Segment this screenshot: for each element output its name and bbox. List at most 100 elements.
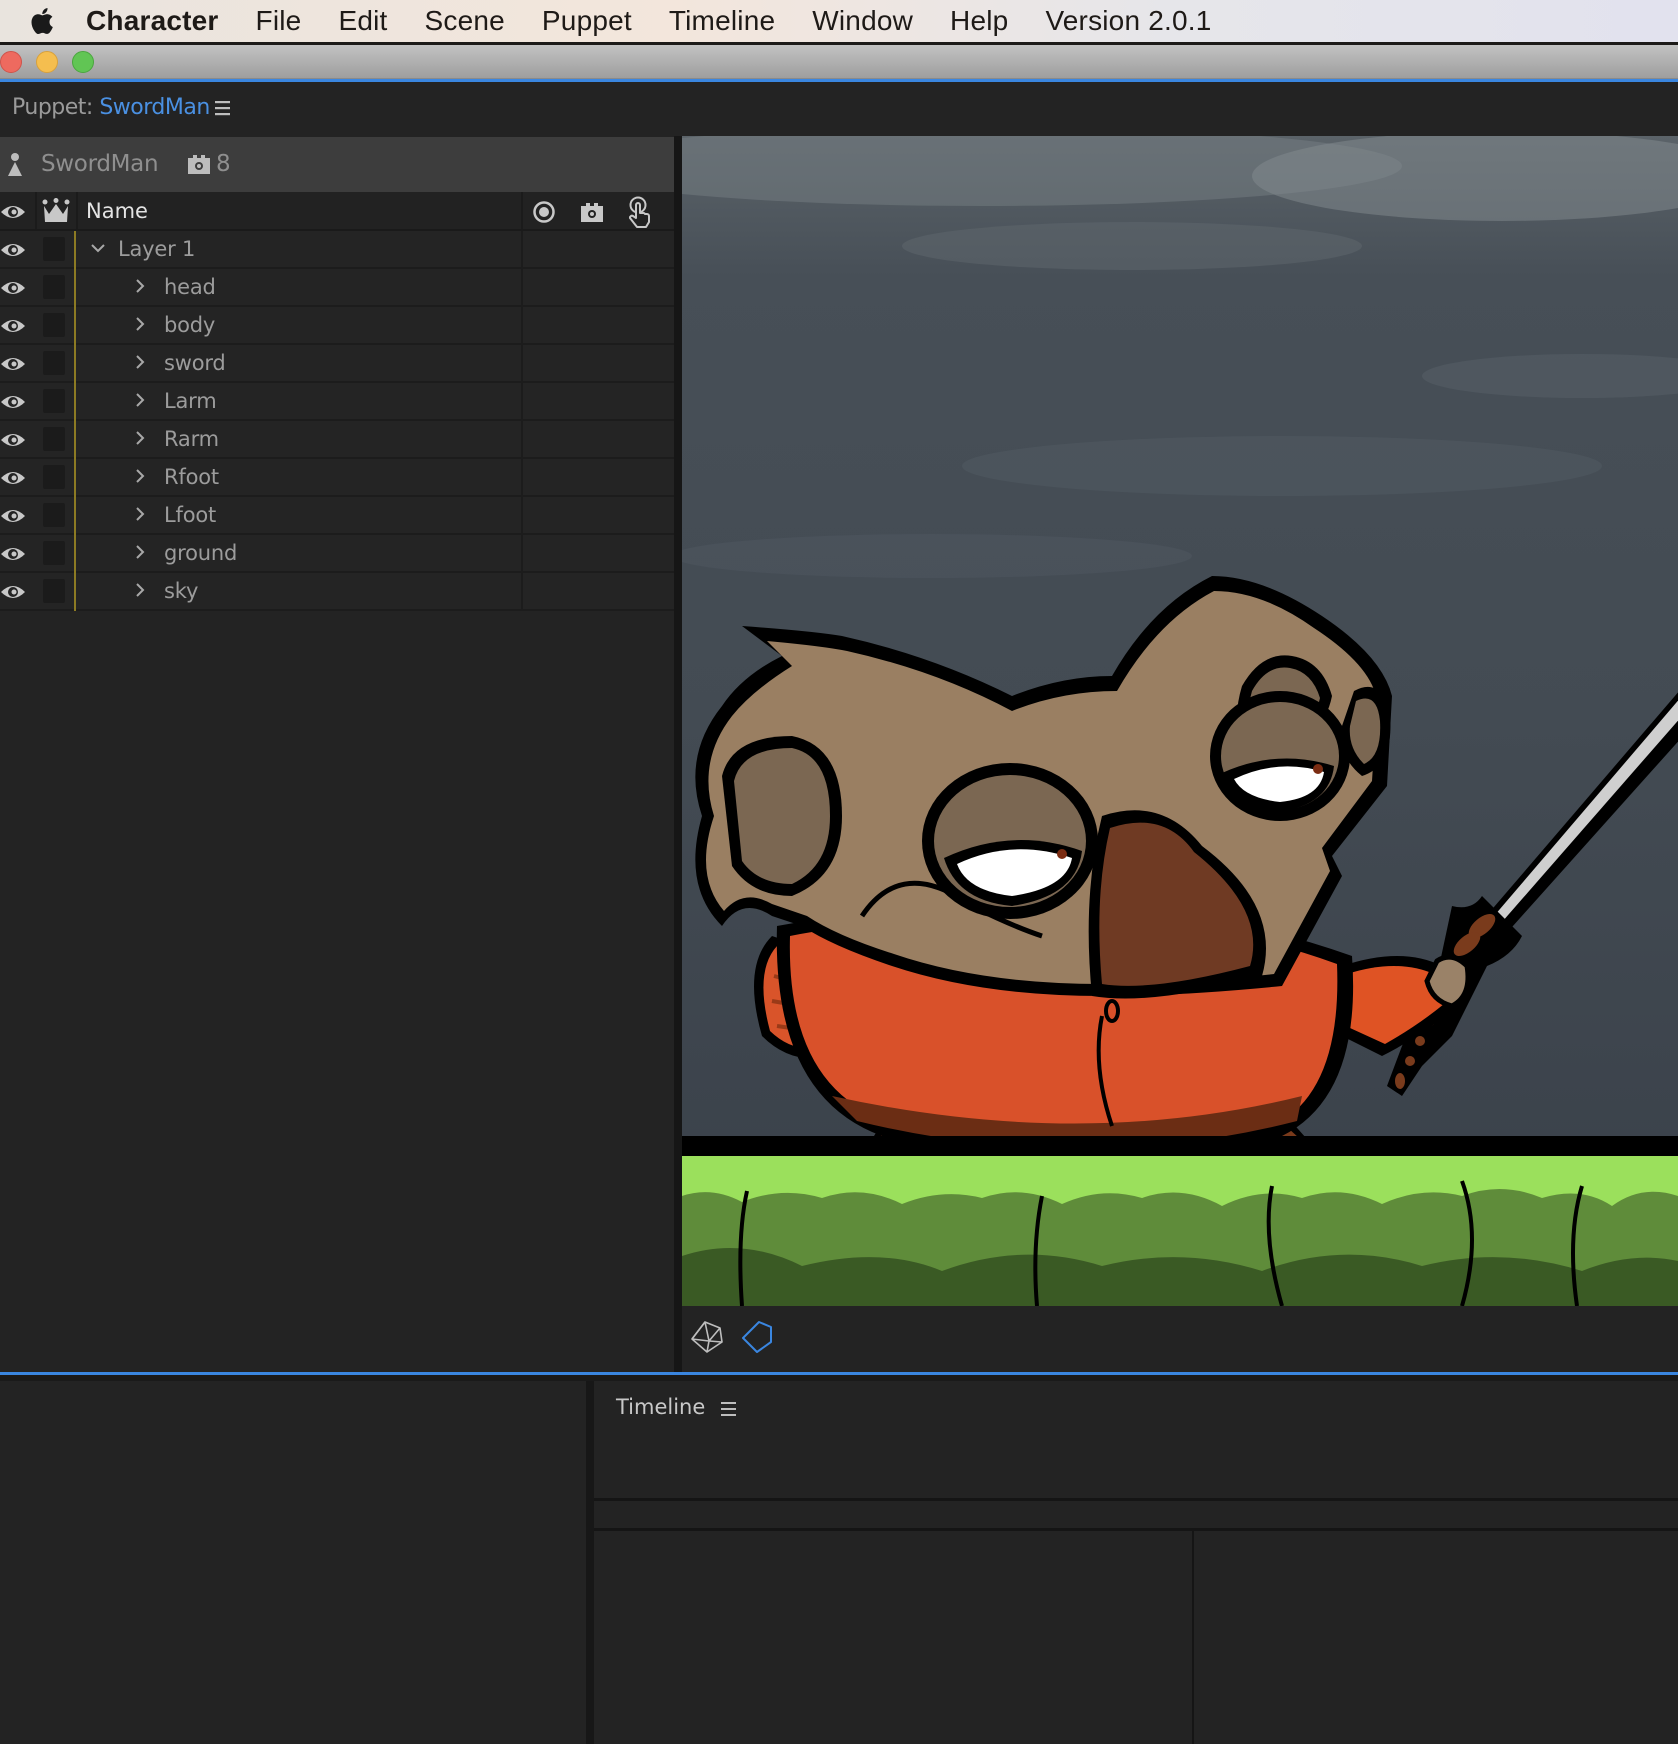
menu-version[interactable]: Version 2.0.1: [1045, 5, 1211, 37]
layer-name[interactable]: head: [164, 275, 216, 299]
chevron-right-icon[interactable]: [131, 467, 149, 485]
puppet-name-label: SwordMan: [41, 151, 159, 177]
eye-icon[interactable]: [0, 202, 26, 227]
layer-name[interactable]: sky: [164, 579, 198, 603]
touch-hand-icon[interactable]: [627, 196, 653, 233]
panel-splitter[interactable]: [674, 136, 682, 1373]
eye-icon[interactable]: [0, 430, 26, 450]
layer-name[interactable]: Larm: [164, 389, 217, 413]
layer-origin-checkbox[interactable]: [43, 503, 65, 527]
timeline-divider: [594, 1498, 1678, 1501]
layer-origin-checkbox[interactable]: [43, 275, 65, 299]
layer-row[interactable]: Rarm: [0, 421, 674, 459]
scene-illustration: [682, 136, 1678, 1306]
scene-canvas[interactable]: [682, 136, 1678, 1306]
eye-icon[interactable]: [0, 240, 26, 260]
menu-help[interactable]: Help: [950, 5, 1008, 37]
layer-name[interactable]: Rfoot: [164, 465, 219, 489]
eye-icon[interactable]: [0, 544, 26, 564]
eye-icon[interactable]: [0, 506, 26, 526]
chevron-right-icon[interactable]: [131, 353, 149, 371]
eye-icon[interactable]: [0, 392, 26, 412]
layer-origin-checkbox[interactable]: [43, 389, 65, 413]
column-divider: [76, 192, 78, 229]
apple-logo-icon[interactable]: [28, 6, 58, 36]
column-divider: [521, 231, 523, 269]
puppet-panel-title: Puppet: SwordMan: [12, 95, 210, 120]
window-minimize-button[interactable]: [36, 51, 58, 73]
layer-name[interactable]: Rarm: [164, 427, 219, 451]
layer-origin-checkbox[interactable]: [43, 351, 65, 375]
layer-hierarchy-line: [74, 421, 76, 459]
chevron-right-icon[interactable]: [131, 277, 149, 295]
puppet-summary-bar[interactable]: SwordMan 8: [0, 137, 674, 192]
eye-icon[interactable]: [0, 468, 26, 488]
handle-gear-icon: [187, 153, 211, 180]
layer-origin-checkbox[interactable]: [43, 579, 65, 603]
layer-row[interactable]: body: [0, 307, 674, 345]
layer-row[interactable]: Layer 1: [0, 231, 674, 269]
window-maximize-button[interactable]: [72, 51, 94, 73]
chevron-right-icon[interactable]: [131, 581, 149, 599]
chevron-right-icon[interactable]: [131, 391, 149, 409]
name-column-header[interactable]: Name: [86, 199, 148, 223]
layer-row[interactable]: Rfoot: [0, 459, 674, 497]
layer-name[interactable]: body: [164, 313, 215, 337]
layer-row[interactable]: head: [0, 269, 674, 307]
scene-toolbar: [682, 1306, 1678, 1372]
column-divider: [521, 383, 523, 421]
crown-icon[interactable]: [42, 198, 70, 229]
chevron-right-icon[interactable]: [131, 429, 149, 447]
column-divider: [521, 307, 523, 345]
eye-icon[interactable]: [0, 278, 26, 298]
column-divider: [521, 269, 523, 307]
layer-name[interactable]: Lfoot: [164, 503, 216, 527]
column-divider: [521, 421, 523, 459]
layer-name[interactable]: ground: [164, 541, 237, 565]
eye-icon[interactable]: [0, 354, 26, 374]
menu-scene[interactable]: Scene: [425, 5, 505, 37]
menu-timeline[interactable]: Timeline: [669, 5, 775, 37]
window-title-bar: [0, 45, 1678, 79]
record-target-icon[interactable]: [532, 200, 556, 229]
panel-splitter[interactable]: [586, 1381, 594, 1744]
menu-puppet[interactable]: Puppet: [542, 5, 632, 37]
hamburger-menu-icon[interactable]: [721, 1401, 737, 1417]
layer-origin-checkbox[interactable]: [43, 541, 65, 565]
chevron-right-icon[interactable]: [131, 315, 149, 333]
ground-layer: [682, 1136, 1678, 1306]
layer-row[interactable]: Larm: [0, 383, 674, 421]
layer-hierarchy-line: [74, 383, 76, 421]
eye-icon[interactable]: [0, 582, 26, 602]
layer-column-header: Name: [0, 192, 674, 231]
mesh-wireframe-icon[interactable]: [690, 1320, 724, 1359]
layer-row[interactable]: ground: [0, 535, 674, 573]
puppet-name-link[interactable]: SwordMan: [99, 95, 210, 120]
layer-name[interactable]: sword: [164, 351, 226, 375]
chevron-down-icon[interactable]: [89, 239, 107, 257]
pentagon-outline-icon[interactable]: [740, 1320, 774, 1359]
menu-file[interactable]: File: [256, 5, 302, 37]
layer-row[interactable]: sword: [0, 345, 674, 383]
handle-gear-icon[interactable]: [580, 201, 604, 228]
layer-row[interactable]: Lfoot: [0, 497, 674, 535]
layer-origin-checkbox[interactable]: [43, 237, 65, 261]
column-divider: [521, 192, 523, 229]
window-close-button[interactable]: [0, 51, 22, 73]
menu-app-name[interactable]: Character: [86, 5, 219, 37]
layer-origin-checkbox[interactable]: [43, 313, 65, 337]
timeline-panel-title: Timeline: [616, 1395, 706, 1419]
eye-icon[interactable]: [0, 316, 26, 336]
layer-hierarchy-line: [74, 307, 76, 345]
menu-edit[interactable]: Edit: [338, 5, 387, 37]
column-divider: [521, 345, 523, 383]
chevron-right-icon[interactable]: [131, 505, 149, 523]
layer-name[interactable]: Layer 1: [118, 237, 195, 261]
layer-origin-checkbox[interactable]: [43, 427, 65, 451]
layer-row[interactable]: sky: [0, 573, 674, 611]
menu-window[interactable]: Window: [812, 5, 913, 37]
hamburger-menu-icon[interactable]: [214, 99, 232, 117]
chevron-right-icon[interactable]: [131, 543, 149, 561]
layer-origin-checkbox[interactable]: [43, 465, 65, 489]
timeline-track-splitter[interactable]: [1192, 1531, 1194, 1744]
